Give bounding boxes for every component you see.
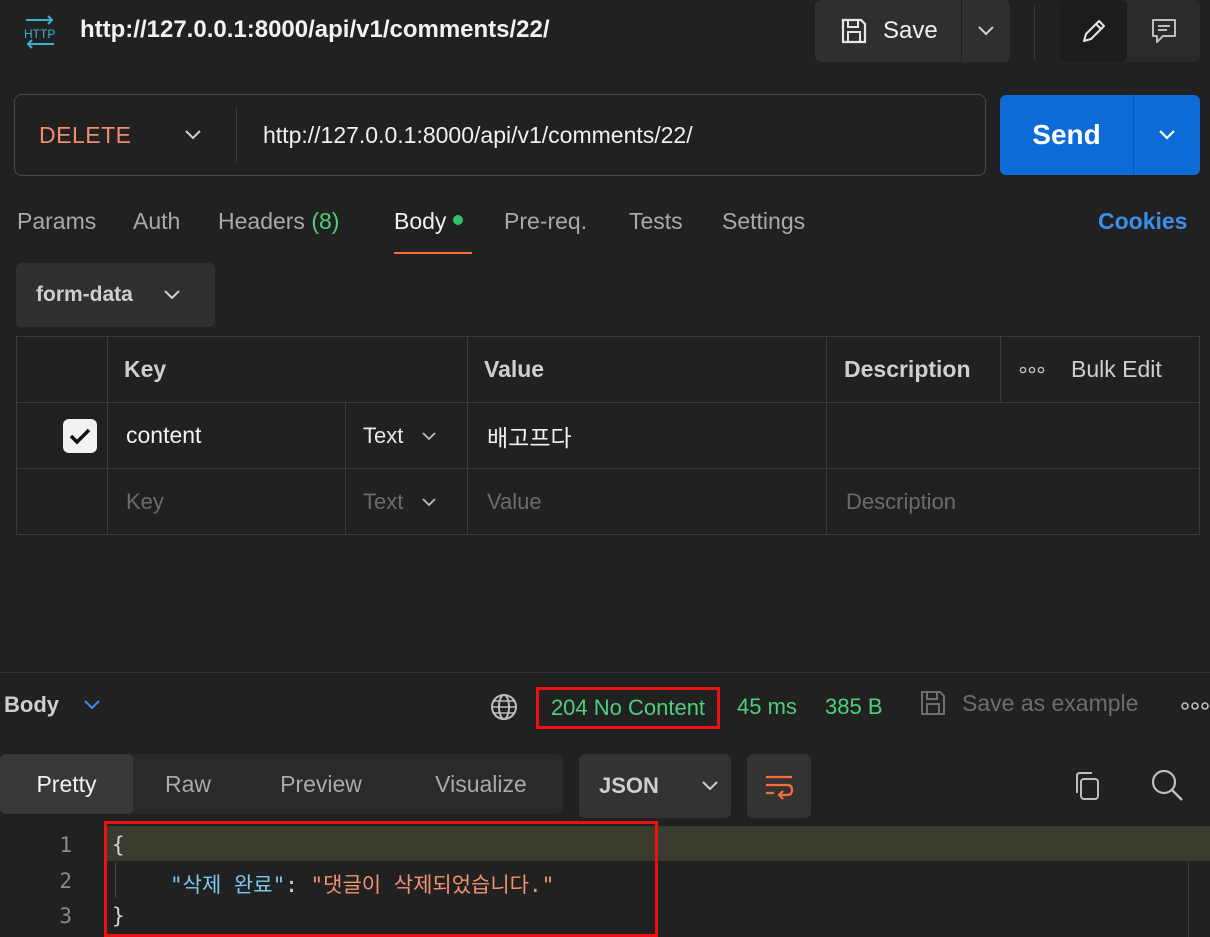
chevron-down-icon — [421, 497, 437, 507]
save-button[interactable]: Save — [815, 0, 961, 62]
view-tab-pretty[interactable]: Pretty — [0, 754, 133, 814]
editor-edge-line — [1188, 826, 1189, 937]
comment-icon — [1149, 16, 1179, 46]
new-value-input[interactable]: Value — [468, 469, 827, 535]
active-tab-indicator — [394, 252, 472, 254]
save-disk-icon — [839, 16, 869, 46]
response-more-icon[interactable] — [1180, 700, 1210, 712]
row-enabled-checkbox[interactable] — [63, 418, 97, 453]
view-tab-preview[interactable]: Preview — [243, 754, 399, 814]
request-title[interactable]: http://127.0.0.1:8000/api/v1/comments/22… — [80, 16, 550, 44]
column-header-description: Description — [827, 337, 1001, 403]
tab-settings[interactable]: Settings — [722, 208, 805, 235]
new-key-input[interactable]: Key — [108, 469, 346, 535]
row-value-input[interactable]: 배고프다 — [468, 403, 827, 469]
comments-button[interactable] — [1127, 0, 1200, 62]
response-view-tabs: Pretty Raw Preview Visualize — [0, 754, 563, 814]
new-type-select[interactable]: Text — [346, 469, 468, 535]
response-status[interactable]: 204 No Content — [536, 687, 720, 729]
line-number: 1 — [59, 833, 72, 857]
save-as-example-button[interactable]: Save as example — [918, 688, 1138, 718]
tab-prereq[interactable]: Pre-req. — [504, 208, 587, 235]
more-options-icon[interactable] — [1019, 365, 1047, 375]
tab-tests[interactable]: Tests — [629, 208, 683, 235]
save-options-button[interactable] — [961, 0, 1010, 62]
http-protocol-icon: HTTP — [14, 6, 66, 58]
body-active-dot — [453, 214, 464, 225]
column-header-key: Key — [108, 337, 468, 403]
tab-params[interactable]: Params — [17, 208, 96, 235]
save-as-example-label: Save as example — [962, 689, 1139, 716]
response-format-select[interactable]: JSON — [579, 754, 731, 818]
row-type-label: Text — [363, 422, 404, 448]
url-input[interactable]: http://127.0.0.1:8000/api/v1/comments/22… — [237, 122, 693, 149]
side-actions — [1060, 0, 1200, 62]
body-mode-label: form-data — [36, 283, 133, 306]
copy-icon[interactable] — [1072, 770, 1102, 802]
wrap-lines-icon — [763, 772, 795, 800]
send-options-button[interactable] — [1134, 95, 1200, 175]
column-header-value: Value — [468, 337, 827, 403]
response-format-label: JSON — [599, 773, 659, 798]
row-checkbox-cell — [17, 403, 108, 469]
row-description-input[interactable] — [827, 403, 1201, 469]
tab-auth[interactable]: Auth — [133, 208, 180, 235]
svg-text:HTTP: HTTP — [24, 27, 55, 41]
tab-body[interactable]: Body — [394, 208, 464, 235]
tab-headers[interactable]: Headers (8) — [218, 208, 339, 235]
method-select[interactable]: DELETE — [15, 108, 237, 162]
chevron-down-icon — [163, 289, 181, 301]
globe-icon[interactable] — [489, 692, 519, 722]
send-button[interactable]: Send — [1000, 95, 1134, 175]
tab-body-label: Body — [394, 208, 447, 234]
method-label: DELETE — [39, 121, 132, 148]
pencil-icon — [1079, 16, 1109, 46]
chevron-down-icon — [83, 699, 101, 711]
search-icon[interactable] — [1150, 768, 1184, 802]
body-mode-select[interactable]: form-data — [16, 263, 215, 327]
form-data-table: Key Value Description Bulk Edit content … — [16, 336, 1201, 535]
send-button-group: Send — [1000, 95, 1200, 175]
response-time[interactable]: 45 ms — [737, 694, 797, 720]
new-row-checkbox-cell — [17, 469, 108, 535]
chevron-down-icon — [977, 25, 995, 37]
chevron-down-icon — [184, 129, 202, 141]
chevron-down-icon — [1158, 129, 1176, 141]
new-type-label: Text — [363, 489, 404, 514]
bulk-edit-button[interactable]: Bulk Edit — [1071, 356, 1162, 383]
response-section-select[interactable]: Body — [4, 692, 101, 718]
wrap-lines-button[interactable] — [747, 754, 811, 818]
response-size[interactable]: 385 B — [825, 694, 883, 720]
header-checkbox-cell — [17, 337, 108, 403]
chevron-down-icon — [421, 431, 437, 441]
checkmark-icon — [69, 427, 91, 445]
line-number: 3 — [59, 904, 72, 928]
line-number: 2 — [59, 869, 72, 893]
cookies-link[interactable]: Cookies — [1098, 208, 1187, 235]
edit-button[interactable] — [1060, 0, 1127, 62]
response-divider — [0, 672, 1210, 673]
row-key-input[interactable]: content — [108, 403, 346, 469]
view-tab-raw[interactable]: Raw — [133, 754, 243, 814]
code-highlight-box — [104, 821, 658, 937]
url-bar: DELETE http://127.0.0.1:8000/api/v1/comm… — [14, 94, 986, 176]
header-actions-cell: Bulk Edit — [1001, 337, 1201, 403]
response-section-label: Body — [4, 692, 59, 717]
save-label: Save — [883, 17, 938, 44]
view-tab-visualize[interactable]: Visualize — [399, 754, 563, 814]
header-divider — [1034, 6, 1035, 60]
save-button-group: Save — [815, 0, 1010, 62]
save-disk-icon — [918, 688, 948, 718]
tab-headers-label: Headers — [218, 208, 305, 234]
chevron-down-icon — [701, 780, 719, 792]
headers-count: (8) — [311, 208, 340, 234]
row-type-select[interactable]: Text — [346, 403, 468, 469]
new-description-input[interactable]: Description — [827, 469, 1201, 535]
